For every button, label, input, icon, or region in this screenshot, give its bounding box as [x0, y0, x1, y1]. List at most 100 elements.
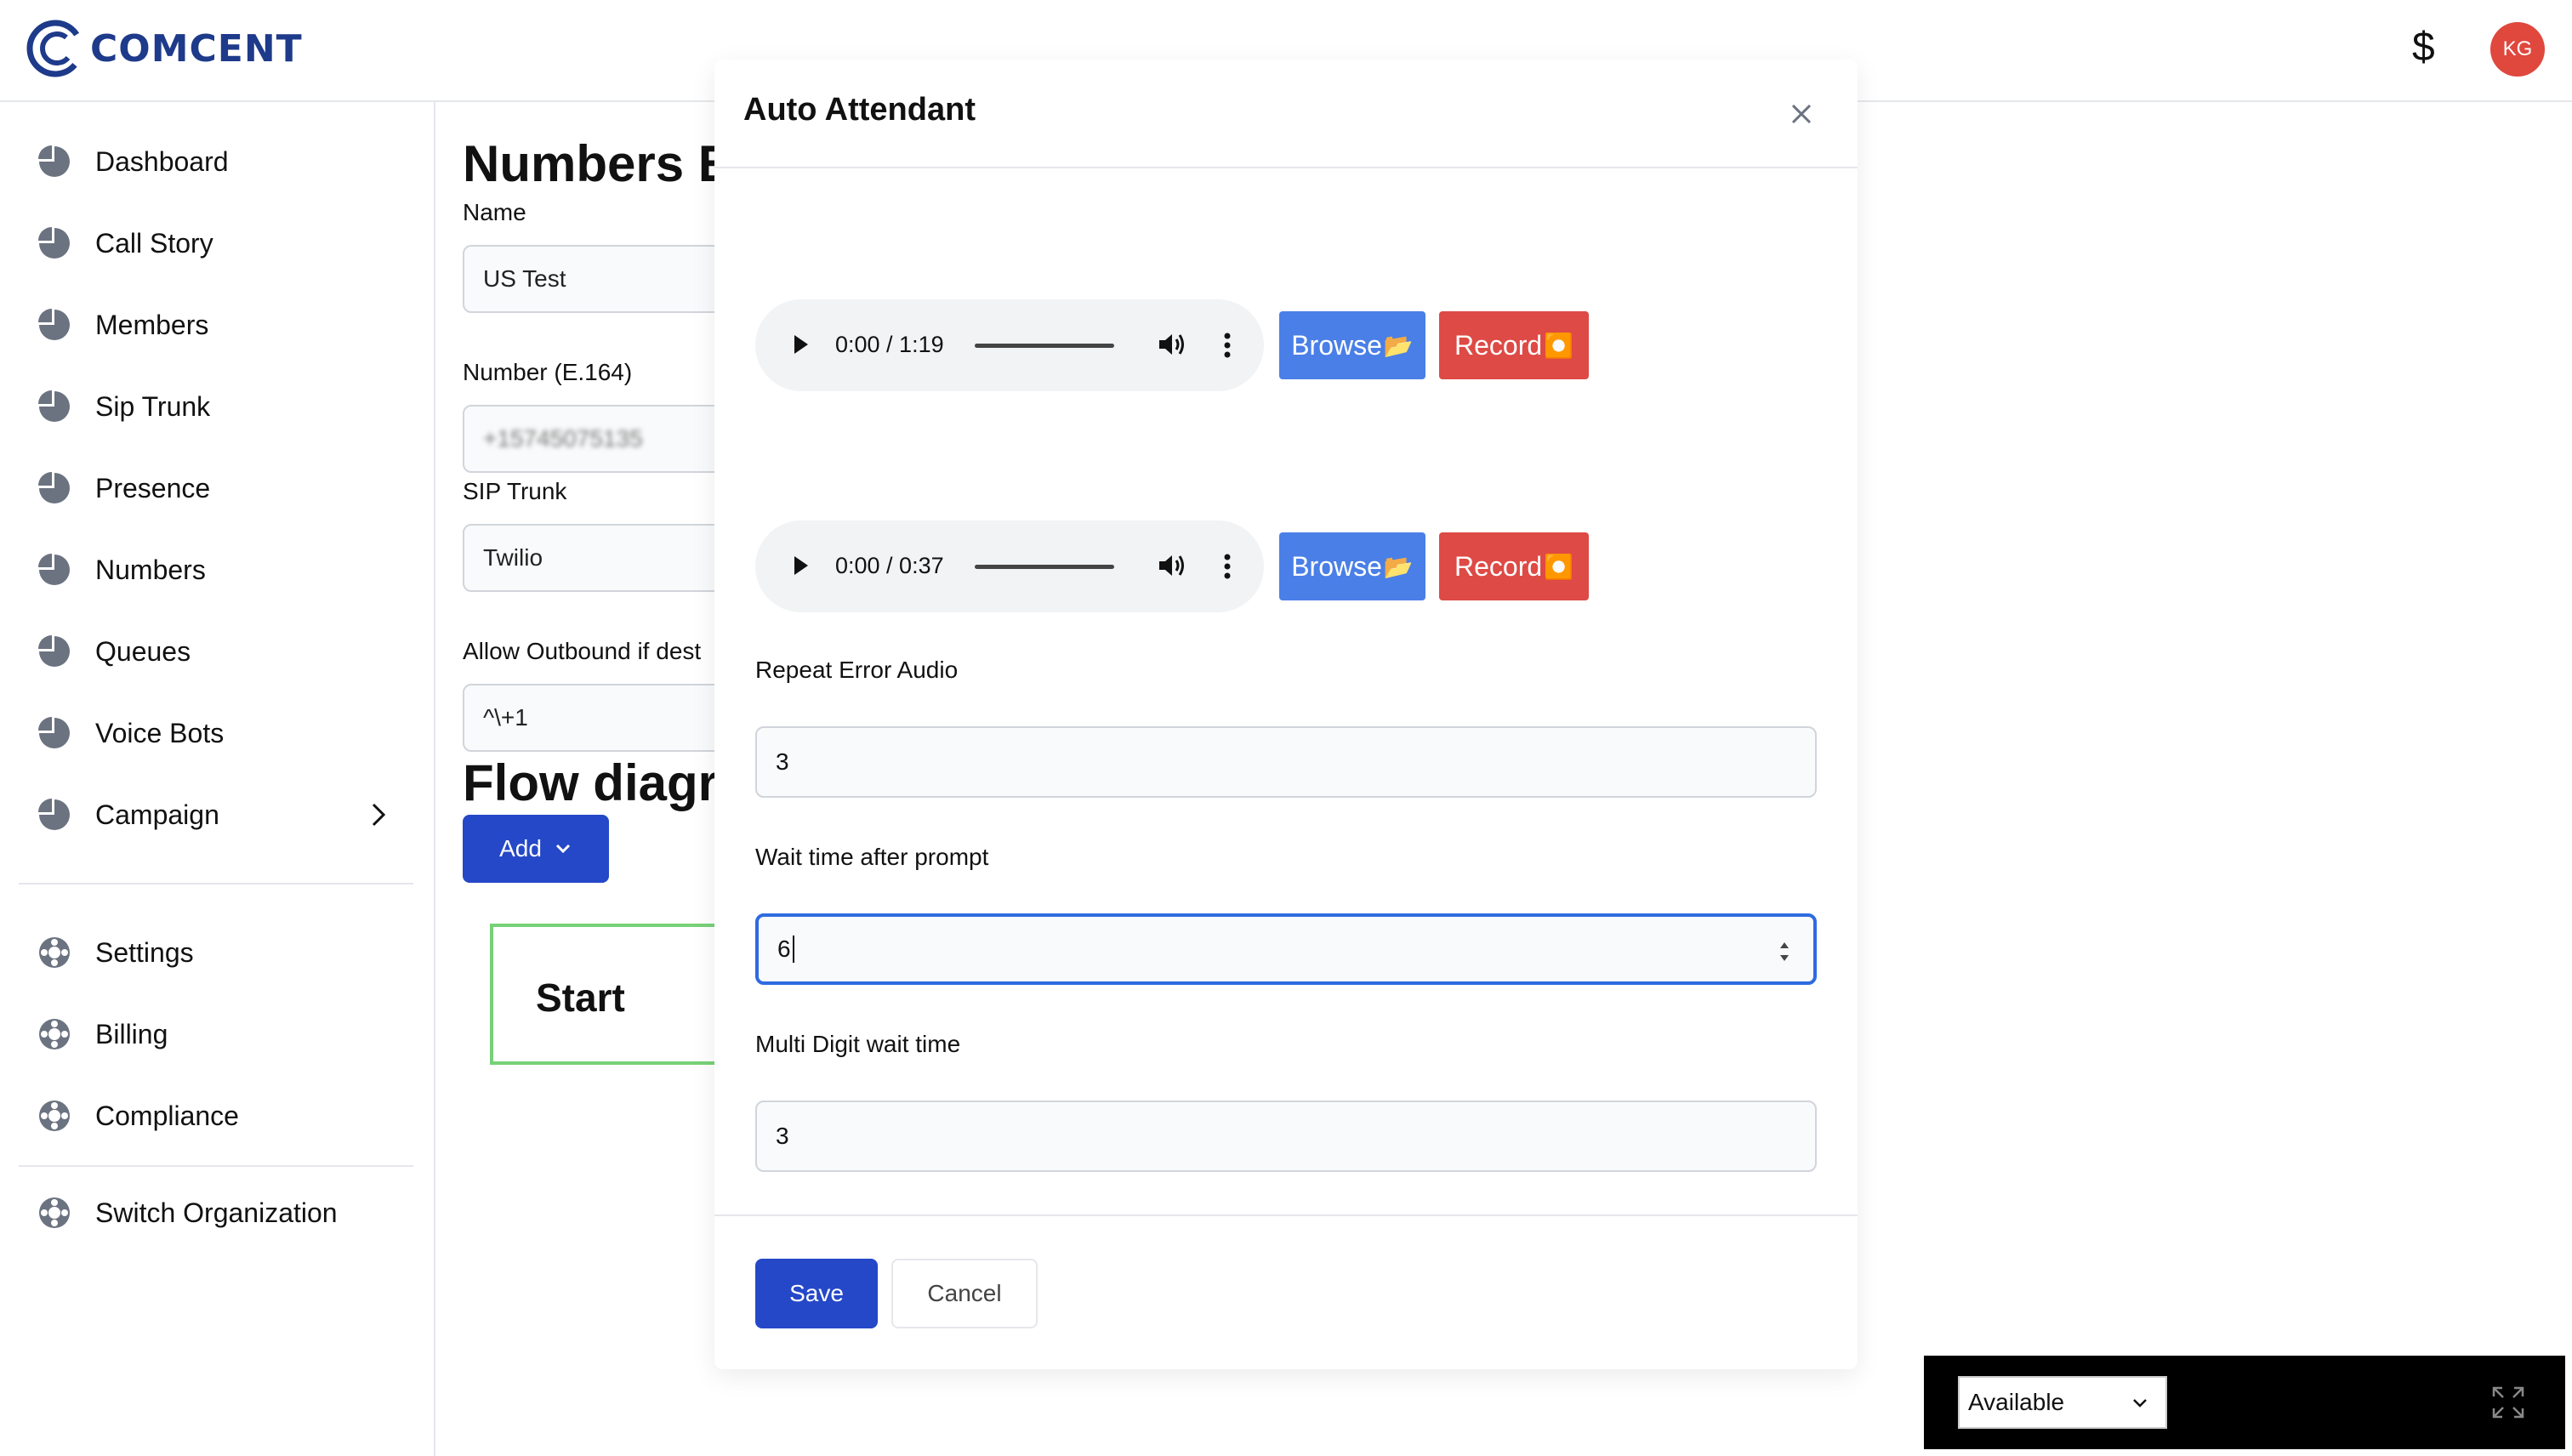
modal-footer-divider	[714, 1214, 1858, 1216]
volume-icon[interactable]	[1157, 330, 1187, 359]
multi-digit-input[interactable]: 3	[755, 1101, 1817, 1172]
sidebar-item-label: Sip Trunk	[95, 390, 211, 422]
sidebar-item-voice-bots[interactable]: Voice Bots	[37, 708, 224, 759]
number-label: Number (E.164)	[463, 359, 633, 385]
pie-chart-icon	[38, 227, 70, 259]
play-icon[interactable]	[789, 332, 811, 357]
user-avatar[interactable]: KG	[2490, 22, 2545, 77]
cancel-button[interactable]: Cancel	[891, 1259, 1038, 1328]
sidebar: Dashboard Call Story Members Sip Trunk P…	[0, 102, 435, 1456]
pie-chart-icon	[38, 145, 70, 177]
record-button[interactable]: Record ⏺️	[1439, 311, 1589, 379]
pie-chart-icon	[38, 717, 70, 748]
lifebuoy-icon	[39, 1197, 70, 1228]
sidebar-item-call-story[interactable]: Call Story	[37, 218, 213, 269]
audio-progress-bar[interactable]	[975, 565, 1114, 569]
audio-progress-bar[interactable]	[975, 344, 1114, 348]
softphone-bar: Available	[1924, 1356, 2565, 1449]
sidebar-item-queues[interactable]: Queues	[37, 626, 191, 677]
name-input[interactable]: US Test	[463, 245, 735, 313]
comcent-logo-icon	[26, 20, 84, 77]
close-icon[interactable]	[1784, 97, 1818, 131]
lifebuoy-icon	[39, 1101, 70, 1131]
audio-player-greeting[interactable]: 0:00 / 1:19	[755, 299, 1264, 391]
lifebuoy-icon	[39, 937, 70, 968]
sidebar-divider	[19, 1165, 413, 1167]
auto-attendant-modal: Auto Attendant 0:00 / 1:19 Browse 📂 Recor…	[714, 60, 1858, 1369]
modal-header: Auto Attendant	[714, 60, 1858, 168]
repeat-error-audio-label: Repeat Error Audio	[755, 657, 959, 683]
sidebar-item-label: Dashboard	[95, 145, 229, 177]
flow-start-node[interactable]: Start	[490, 924, 745, 1065]
sidebar-item-label: Switch Organization	[95, 1197, 338, 1228]
sidebar-item-switch-organization[interactable]: Switch Organization	[37, 1187, 338, 1238]
sidebar-item-label: Members	[95, 309, 209, 340]
sip-trunk-select[interactable]: Twilio	[463, 524, 735, 592]
number-stepper-icon[interactable]	[1778, 937, 1791, 966]
repeat-error-audio-input[interactable]: 3	[755, 726, 1817, 798]
sidebar-item-label: Queues	[95, 635, 191, 667]
pie-chart-icon	[38, 472, 70, 503]
pie-chart-icon	[38, 309, 70, 340]
sidebar-item-label: Call Story	[95, 227, 213, 259]
wait-time-label: Wait time after prompt	[755, 844, 989, 870]
page-title: Numbers E	[463, 135, 732, 192]
sidebar-item-label: Presence	[95, 472, 211, 503]
volume-icon[interactable]	[1157, 551, 1187, 580]
pie-chart-icon	[38, 799, 70, 830]
sidebar-item-label: Billing	[95, 1018, 168, 1049]
sidebar-item-presence[interactable]: Presence	[37, 463, 210, 514]
chevron-right-icon[interactable]	[366, 799, 391, 830]
modal-title: Auto Attendant	[743, 92, 976, 128]
sip-trunk-label: SIP Trunk	[463, 478, 567, 504]
sidebar-item-billing[interactable]: Billing	[37, 1009, 168, 1060]
sidebar-item-campaign[interactable]: Campaign	[37, 789, 403, 840]
sidebar-item-numbers[interactable]: Numbers	[37, 544, 206, 595]
flow-diagram-title: Flow diagra	[463, 754, 747, 811]
start-node-label: Start	[536, 975, 625, 1020]
sidebar-item-sip-trunk[interactable]: Sip Trunk	[37, 381, 210, 432]
outbound-pattern-input[interactable]: ^\+1	[463, 684, 735, 752]
sidebar-item-members[interactable]: Members	[37, 299, 208, 350]
save-button[interactable]: Save	[755, 1259, 878, 1328]
number-value: +15745075135	[483, 425, 643, 452]
status-value: Available	[1968, 1389, 2065, 1415]
browse-label: Browse	[1291, 550, 1382, 582]
browse-button[interactable]: Browse 📂	[1279, 532, 1425, 600]
sidebar-item-settings[interactable]: Settings	[37, 927, 194, 978]
sidebar-item-dashboard[interactable]: Dashboard	[37, 136, 229, 187]
text-caret	[792, 936, 794, 963]
more-options-icon[interactable]	[1223, 553, 1232, 580]
browse-button[interactable]: Browse 📂	[1279, 311, 1425, 379]
audio-player-error[interactable]: 0:00 / 0:37	[755, 520, 1264, 612]
pie-chart-icon	[38, 554, 70, 585]
billing-dollar-icon[interactable]: $	[2412, 24, 2435, 71]
add-button-label: Add	[499, 835, 542, 862]
more-options-icon[interactable]	[1223, 332, 1232, 359]
record-label: Record	[1454, 329, 1543, 361]
audio-time: 0:00 / 0:37	[835, 553, 944, 578]
chevron-down-icon	[2133, 1399, 2147, 1408]
add-dropdown-button[interactable]: Add	[463, 815, 609, 883]
brand-logo[interactable]: COMCENT	[26, 19, 303, 78]
record-button[interactable]: Record ⏺️	[1439, 532, 1589, 600]
number-input[interactable]: +15745075135	[463, 405, 735, 473]
expand-icon[interactable]	[2490, 1385, 2526, 1420]
sidebar-item-label: Numbers	[95, 554, 206, 585]
play-icon[interactable]	[789, 553, 811, 578]
folder-icon: 📂	[1383, 332, 1414, 359]
brand-name: COMCENT	[90, 26, 303, 71]
sidebar-divider	[19, 883, 413, 884]
sidebar-item-compliance[interactable]: Compliance	[37, 1090, 239, 1141]
wait-time-value: 6	[777, 936, 791, 962]
sidebar-item-label: Voice Bots	[95, 717, 225, 748]
chevron-down-icon	[555, 844, 570, 854]
status-select[interactable]: Available	[1958, 1376, 2167, 1429]
record-icon: ⏺️	[1544, 553, 1574, 580]
name-label: Name	[463, 199, 526, 225]
wait-time-input[interactable]: 6	[755, 913, 1817, 985]
multi-digit-label: Multi Digit wait time	[755, 1031, 961, 1057]
pie-chart-icon	[38, 635, 70, 667]
pie-chart-icon	[38, 390, 70, 422]
record-label: Record	[1454, 550, 1543, 582]
